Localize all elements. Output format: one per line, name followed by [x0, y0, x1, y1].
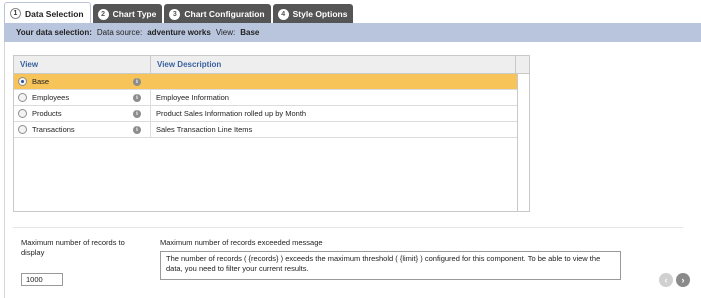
- column-header-view[interactable]: View: [14, 56, 151, 73]
- data-selection-summary: Your data selection: Data source: advent…: [4, 23, 701, 42]
- radio-button[interactable]: [18, 109, 27, 118]
- tab-label: Style Options: [292, 9, 348, 19]
- view-value: Base: [240, 28, 260, 37]
- exceeded-message-field[interactable]: The number of records ( {records} ) exce…: [160, 251, 621, 280]
- next-step-button[interactable]: ›: [676, 273, 690, 287]
- tab-label: Chart Type: [112, 9, 157, 19]
- selection-label: Your data selection:: [16, 28, 92, 37]
- info-icon[interactable]: i: [133, 78, 141, 86]
- view-name: Products: [32, 109, 62, 118]
- view-description: Sales Transaction Line Items: [156, 125, 253, 134]
- grid-rows: Base i Employees i Employee Information …: [14, 74, 517, 138]
- section-divider: [13, 227, 683, 228]
- view-description: Product Sales Information rolled up by M…: [156, 109, 307, 118]
- radio-button[interactable]: [18, 77, 27, 86]
- table-row[interactable]: Products i Product Sales Information rol…: [14, 106, 517, 122]
- view-name: Employees: [32, 93, 70, 102]
- previous-step-button[interactable]: ‹: [659, 273, 673, 287]
- step-number-badge: 4: [277, 8, 289, 20]
- tab-chart-configuration[interactable]: 3 Chart Configuration: [164, 4, 271, 24]
- chevron-right-icon: ›: [681, 275, 685, 285]
- max-records-label: Maximum number of records to display: [21, 238, 125, 257]
- info-icon[interactable]: i: [133, 94, 141, 102]
- step-number-badge: 2: [97, 8, 109, 20]
- tab-label: Data Selection: [25, 8, 84, 19]
- view-name: Transactions: [32, 125, 75, 134]
- table-row[interactable]: Employees i Employee Information: [14, 90, 517, 106]
- tab-label: Chart Configuration: [184, 9, 265, 19]
- table-row[interactable]: Base i: [14, 74, 517, 90]
- column-header-view-description[interactable]: View Description: [151, 56, 517, 73]
- exceeded-message-label: Maximum number of records exceeded messa…: [160, 238, 323, 247]
- grid-header: View View Description: [14, 56, 517, 74]
- info-icon[interactable]: i: [133, 126, 141, 134]
- info-icon[interactable]: i: [133, 110, 141, 118]
- max-records-input[interactable]: [21, 273, 63, 286]
- view-grid: View View Description Base i Employees i…: [13, 55, 530, 212]
- grid-scrollbar-divider: [517, 74, 518, 212]
- data-source-value: adventure works: [147, 28, 211, 37]
- tab-style-options[interactable]: 4 Style Options: [272, 4, 354, 24]
- view-cell: Base i: [14, 74, 151, 89]
- tab-data-selection[interactable]: 1 Data Selection: [4, 2, 91, 24]
- tab-chart-type[interactable]: 2 Chart Type: [92, 4, 163, 24]
- radio-button[interactable]: [18, 125, 27, 134]
- view-cell: Employees i: [14, 90, 151, 105]
- step-number-badge: 3: [169, 8, 181, 20]
- view-description: [151, 74, 517, 89]
- grid-header-corner: [515, 56, 529, 74]
- view-name: Base: [32, 77, 50, 86]
- chevron-left-icon: ‹: [664, 275, 668, 285]
- view-prefix: View:: [215, 28, 236, 37]
- radio-button[interactable]: [18, 93, 27, 102]
- table-row[interactable]: Transactions i Sales Transaction Line It…: [14, 122, 517, 138]
- step-number-badge: 1: [10, 8, 21, 19]
- view-description: Employee Information: [156, 93, 229, 102]
- view-cell: Products i: [14, 106, 151, 121]
- data-source-prefix: Data source:: [96, 28, 143, 37]
- view-cell: Transactions i: [14, 122, 151, 137]
- wizard-tabs: 1 Data Selection 2 Chart Type 3 Chart Co…: [0, 0, 701, 24]
